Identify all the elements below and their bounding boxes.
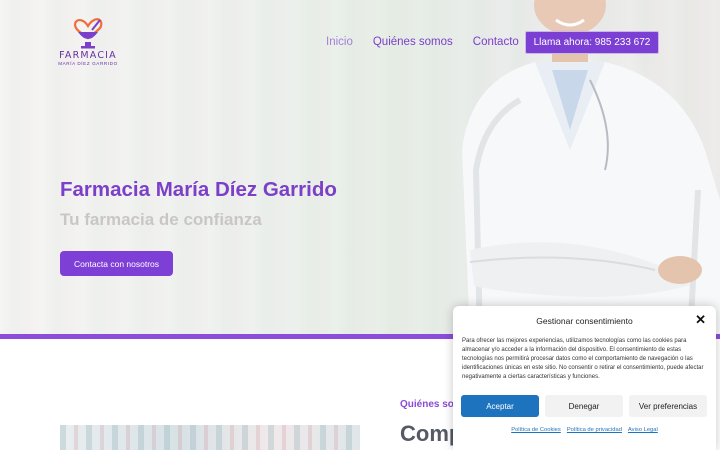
consent-buttons: Aceptar Denegar Ver preferencias: [461, 395, 707, 417]
nav-inicio[interactable]: Inicio: [326, 36, 353, 48]
legal-notice-link[interactable]: Aviso Legal: [628, 427, 658, 433]
consent-title: Gestionar consentimiento: [536, 316, 633, 326]
call-now-button[interactable]: Llama ahora: 985 233 672: [525, 31, 659, 54]
privacy-policy-link[interactable]: Política de privacidad: [567, 427, 622, 433]
site-logo[interactable]: FARMACIA MARÍA DÍEZ GARRIDO: [58, 14, 118, 74]
accept-button[interactable]: Aceptar: [461, 395, 539, 417]
pharmacy-heart-mortar-icon: [74, 18, 103, 49]
hero-subtitle: Tu farmacia de confianza: [60, 210, 262, 229]
consent-links: Política de Cookies Política de privacid…: [453, 427, 716, 433]
nav-quienes-somos[interactable]: Quiénes somos: [373, 36, 453, 48]
main-nav: Inicio Quiénes somos Contacto: [326, 36, 519, 48]
contact-button[interactable]: Contacta con nosotros: [60, 251, 173, 276]
hero-title: Farmacia María Díez Garrido: [60, 178, 337, 201]
cookie-consent-dialog: Gestionar consentimiento ✕ Para ofrecer …: [453, 306, 716, 450]
deny-button[interactable]: Denegar: [545, 395, 623, 417]
view-preferences-button[interactable]: Ver preferencias: [629, 395, 707, 417]
consent-text: Para ofrecer las mejores experiencias, u…: [462, 338, 704, 380]
cookies-policy-link[interactable]: Política de Cookies: [511, 427, 561, 433]
nav-contacto[interactable]: Contacto: [473, 36, 519, 48]
hero-section: FARMACIA MARÍA DÍEZ GARRIDO Inicio Quién…: [0, 0, 720, 336]
logo-subtitle: MARÍA DÍEZ GARRIDO: [58, 61, 118, 66]
pharmacy-interior-image: [60, 425, 360, 450]
logo-name: FARMACIA: [59, 50, 117, 61]
close-icon[interactable]: ✕: [695, 313, 706, 326]
